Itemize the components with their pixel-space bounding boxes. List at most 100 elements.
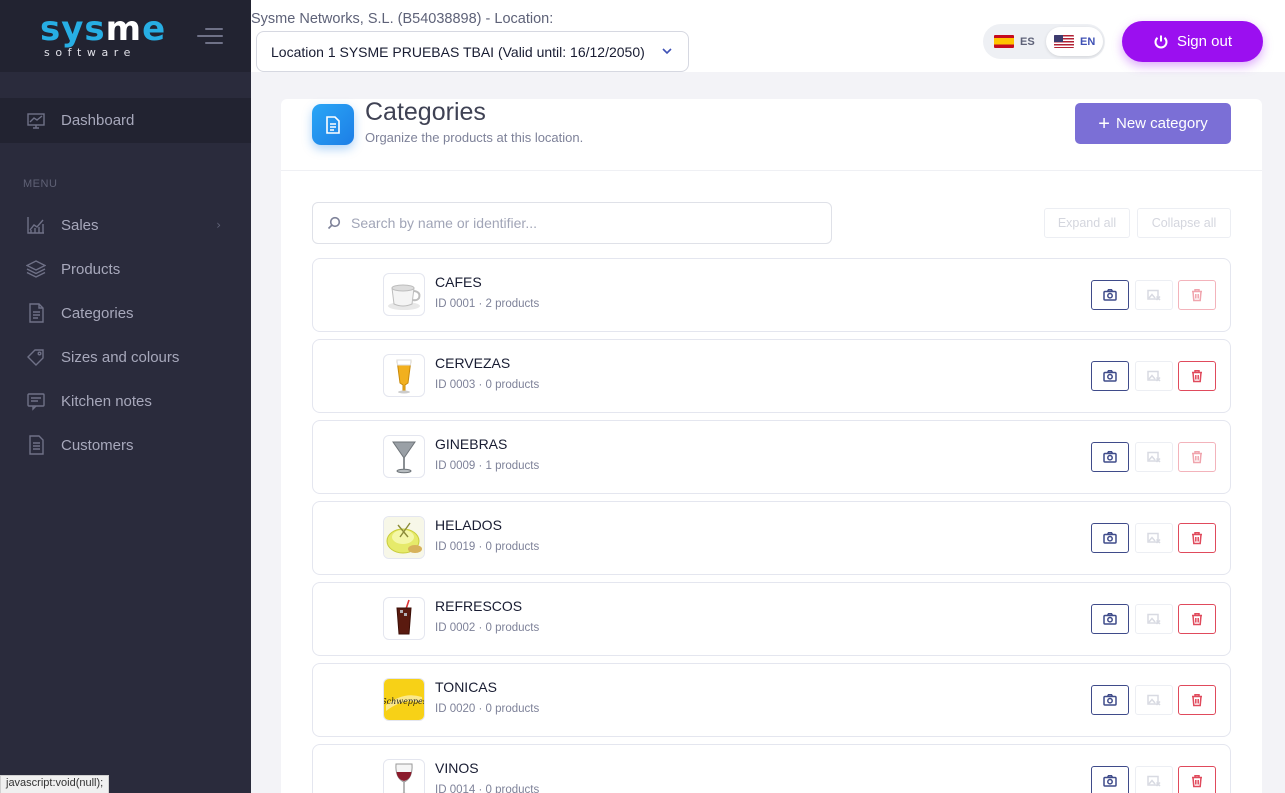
logo-text-e: e	[142, 9, 167, 49]
sidebar-toggle-icon[interactable]	[195, 28, 223, 46]
camera-icon	[1103, 370, 1117, 382]
remove-photo-button[interactable]	[1135, 361, 1173, 391]
image-remove-icon	[1147, 775, 1161, 787]
sidebar-item-customers[interactable]: Customers	[0, 423, 251, 467]
delete-button[interactable]	[1178, 523, 1216, 553]
camera-icon	[1103, 775, 1117, 787]
layers-icon	[25, 258, 47, 280]
sidebar-item-categories[interactable]: Categories	[0, 291, 251, 335]
sign-out-label: Sign out	[1176, 33, 1233, 50]
sidebar-item-dashboard[interactable]: Dashboard	[0, 98, 251, 143]
sysme-logo[interactable]: sysme software	[40, 11, 166, 59]
change-photo-button[interactable]	[1091, 280, 1129, 310]
document-icon	[25, 302, 47, 324]
lang-es-label: ES	[1020, 35, 1035, 48]
list-item[interactable]: Schweppes TONICAS ID 0020 · 0 products	[312, 663, 1231, 737]
change-photo-button[interactable]	[1091, 766, 1129, 793]
remove-photo-button[interactable]	[1135, 280, 1173, 310]
change-photo-button[interactable]	[1091, 361, 1129, 391]
category-meta: ID 0001 · 2 products	[435, 298, 540, 310]
delete-button[interactable]	[1178, 361, 1216, 391]
sidebar-item-label: Sales	[61, 216, 99, 234]
sidebar-item-products[interactable]: Products	[0, 247, 251, 291]
trash-icon	[1192, 451, 1202, 464]
location-select[interactable]: Location 1 SYSME PRUEBAS TBAI (Valid unt…	[256, 31, 689, 72]
category-image	[383, 759, 425, 793]
category-name: CAFES	[435, 274, 482, 290]
spain-flag-icon	[994, 35, 1014, 48]
remove-photo-button[interactable]	[1135, 685, 1173, 715]
camera-icon	[1103, 532, 1117, 544]
camera-icon	[1103, 451, 1117, 463]
delete-button[interactable]	[1178, 766, 1216, 793]
remove-photo-button[interactable]	[1135, 766, 1173, 793]
coffee-cup-image	[388, 284, 421, 310]
document-icon	[312, 104, 354, 145]
chart-line-icon	[25, 110, 47, 132]
lang-en-label: EN	[1080, 35, 1096, 48]
language-switcher: ES EN	[983, 24, 1105, 59]
lang-en-button[interactable]: EN	[1046, 27, 1104, 56]
category-meta: ID 0019 · 0 products	[435, 541, 540, 553]
list-item[interactable]: CAFES ID 0001 · 2 products	[312, 258, 1231, 332]
category-name: HELADOS	[435, 517, 502, 533]
category-image	[383, 516, 425, 559]
trash-icon	[1192, 370, 1202, 383]
image-remove-icon	[1147, 289, 1161, 301]
sidebar-item-label: Customers	[61, 436, 134, 454]
card-header: Categories Organize the products at this…	[281, 98, 1262, 171]
sign-out-button[interactable]: Sign out	[1122, 21, 1263, 62]
new-category-button[interactable]: + New category	[1075, 103, 1231, 144]
delete-button[interactable]	[1178, 604, 1216, 634]
trash-icon	[1192, 694, 1202, 707]
list-item[interactable]: REFRESCOS ID 0002 · 0 products	[312, 582, 1231, 656]
remove-photo-button[interactable]	[1135, 604, 1173, 634]
change-photo-button[interactable]	[1091, 604, 1129, 634]
martini-glass-image	[392, 441, 416, 474]
sidebar-item-label: Dashboard	[61, 112, 135, 129]
search-box	[312, 202, 832, 244]
change-photo-button[interactable]	[1091, 442, 1129, 472]
schweppes-logo-text: Schweppes	[384, 697, 424, 706]
category-meta: ID 0009 · 1 products	[435, 460, 540, 472]
sidebar-item-sizes-and-colours[interactable]: Sizes and colours	[0, 335, 251, 379]
expand-all-button[interactable]: Expand all	[1044, 208, 1130, 238]
sidebar-item-label: Sizes and colours	[61, 348, 180, 366]
sidebar-item-label: Categories	[61, 304, 134, 322]
delete-button[interactable]	[1178, 442, 1216, 472]
trash-icon	[1192, 613, 1202, 626]
category-name: REFRESCOS	[435, 598, 523, 614]
camera-icon	[1103, 694, 1117, 706]
list-item[interactable]: VINOS ID 0014 · 0 products	[312, 744, 1231, 793]
sidebar-item-sales[interactable]: Sales ›	[0, 203, 251, 247]
new-category-label: New category	[1115, 115, 1208, 132]
remove-photo-button[interactable]	[1135, 523, 1173, 553]
change-photo-button[interactable]	[1091, 523, 1129, 553]
delete-button[interactable]	[1178, 280, 1216, 310]
sidebar-item-kitchen-notes[interactable]: Kitchen notes	[0, 379, 251, 423]
list-item[interactable]: GINEBRAS ID 0009 · 1 products	[312, 420, 1231, 494]
category-image: Schweppes	[383, 678, 425, 721]
trash-icon	[1192, 289, 1202, 302]
lang-es-button[interactable]: ES	[986, 27, 1043, 56]
chevron-down-icon	[662, 48, 672, 55]
change-photo-button[interactable]	[1091, 685, 1129, 715]
remove-photo-button[interactable]	[1135, 442, 1173, 472]
category-image	[383, 435, 425, 478]
delete-button[interactable]	[1178, 685, 1216, 715]
category-name: TONICAS	[435, 679, 497, 695]
list-item[interactable]: CERVEZAS ID 0003 · 0 products	[312, 339, 1231, 413]
brand-bar: sysme software	[0, 0, 251, 72]
list-item[interactable]: HELADOS ID 0019 · 0 products	[312, 501, 1231, 575]
plus-icon: +	[1098, 112, 1110, 135]
browser-status-bar: javascript:void(null);	[0, 775, 110, 793]
image-remove-icon	[1147, 370, 1161, 382]
cola-glass-image	[396, 599, 412, 635]
category-meta: ID 0002 · 0 products	[435, 622, 540, 634]
search-input[interactable]	[351, 215, 791, 231]
collapse-all-button[interactable]: Collapse all	[1137, 208, 1231, 238]
category-image	[383, 273, 425, 316]
image-remove-icon	[1147, 694, 1161, 706]
document-list-icon	[25, 434, 47, 456]
beer-glass-image	[396, 359, 412, 394]
